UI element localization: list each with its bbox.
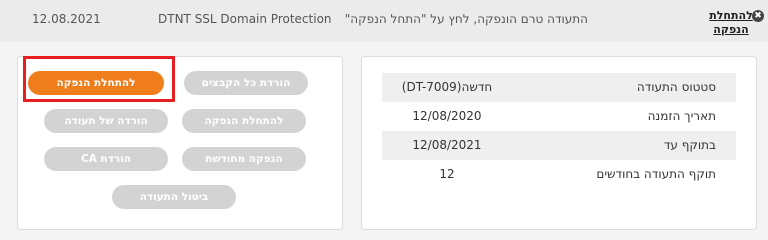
highlight-frame bbox=[23, 56, 175, 102]
table-row: תוקף התעודה בחודשים 12 bbox=[382, 160, 736, 189]
row-label: תוקף התעודה בחודשים bbox=[596, 167, 716, 181]
table-row: סטטוס התעודה (DT-7009)חדשה bbox=[382, 73, 736, 102]
row-value: (DT-7009)חדשה bbox=[401, 80, 493, 94]
certificate-details-table: סטטוס התעודה (DT-7009)חדשה תאריך הזמנה 1… bbox=[382, 73, 736, 189]
download-all-files-button[interactable]: הורדת כל הקבצים bbox=[184, 71, 308, 95]
row-label: בתוקף עד bbox=[663, 138, 716, 152]
reissue-button[interactable]: הנפקה מחודשת bbox=[182, 147, 306, 171]
row-label: סטטוס התעודה bbox=[636, 80, 716, 94]
close-icon[interactable]: ✖ bbox=[752, 10, 764, 22]
order-date: 12.08.2021 bbox=[32, 12, 101, 26]
certificate-details-panel: סטטוס התעודה (DT-7009)חדשה תאריך הזמנה 1… bbox=[361, 56, 757, 230]
row-label: תאריך הזמנה bbox=[647, 109, 716, 123]
cancel-certificate-button[interactable]: ביטול התעודה bbox=[112, 185, 236, 209]
start-issuance-button[interactable]: להתחלת הנפקה bbox=[182, 109, 306, 133]
download-ca-button[interactable]: הורדת CA bbox=[44, 147, 168, 171]
download-certificate-button[interactable]: הורדה של תעודה bbox=[44, 109, 168, 133]
table-row: בתוקף עד 12/08/2021 bbox=[382, 131, 736, 160]
row-value: 12/08/2021 bbox=[412, 138, 482, 152]
row-value: 12 bbox=[439, 167, 455, 181]
row-value: 12/08/2020 bbox=[412, 109, 482, 123]
product-name: DTNT SSL Domain Protection bbox=[158, 12, 332, 26]
order-header-bar: 12.08.2021 DTNT SSL Domain Protection הת… bbox=[0, 0, 768, 42]
table-row: תאריך הזמנה 12/08/2020 bbox=[382, 102, 736, 131]
order-status-text: התעודה טרם הונפקה, לחץ על "התחל הנפקה" bbox=[344, 12, 588, 26]
